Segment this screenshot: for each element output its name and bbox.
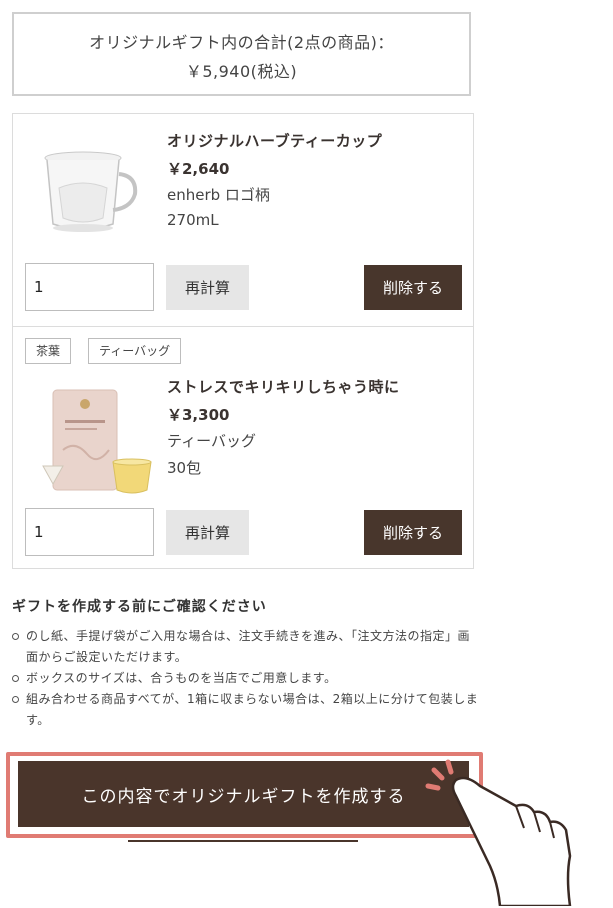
cart-item-herb-cup: オリジナルハーブティーカップ ￥2,640 enherb ロゴ柄 270mL 再… bbox=[13, 114, 473, 327]
recalculate-button[interactable]: 再計算 bbox=[166, 265, 249, 310]
item-variant: enherb ロゴ柄 bbox=[167, 186, 270, 204]
item-name[interactable]: オリジナルハーブティーカップ bbox=[167, 130, 382, 151]
item-volume: 270mL bbox=[167, 211, 219, 229]
delete-button[interactable]: 削除する bbox=[364, 265, 462, 310]
tag-tea-leaves: 茶葉 bbox=[25, 338, 72, 364]
item-price: ￥2,640 bbox=[167, 160, 230, 178]
notes-title: ギフトを作成する前にご確認ください bbox=[12, 599, 267, 615]
notes-list: のし紙、手提げ袋がご入用な場合は、注文手続きを進み、「注文方法の指定」画面からご… bbox=[12, 626, 482, 731]
gift-total-label: オリジナルギフト内の合計(2点の商品)： bbox=[89, 33, 394, 52]
item-variant: ティーバッグ bbox=[167, 432, 256, 450]
tea-package-image bbox=[42, 389, 152, 494]
circle-bullet-icon bbox=[12, 675, 19, 682]
list-item: ボックスのサイズは、合うものを当店でご用意します。 bbox=[12, 668, 482, 689]
tag-tea-bag: ティーバッグ bbox=[88, 338, 182, 364]
circle-bullet-icon bbox=[12, 696, 19, 703]
item-name[interactable]: ストレスでキリキリしちゃう時に bbox=[167, 376, 400, 397]
item-count: 30包 bbox=[167, 459, 202, 477]
quantity-input[interactable] bbox=[25, 263, 154, 311]
list-item: のし紙、手提げ袋がご入用な場合は、注文手続きを進み、「注文方法の指定」画面からご… bbox=[12, 626, 482, 668]
recalculate-button[interactable]: 再計算 bbox=[166, 510, 249, 555]
delete-button[interactable]: 削除する bbox=[364, 510, 462, 555]
glass-cup-image bbox=[44, 151, 138, 232]
divider bbox=[128, 840, 358, 842]
cart-item-stress-tea: 茶葉 ティーバッグ ストレスでキリキリしちゃう時に ￥3,300 ティーバッグ … bbox=[13, 326, 473, 569]
pointing-hand-icon bbox=[425, 759, 572, 906]
item-price: ￥3,300 bbox=[167, 406, 230, 424]
create-gift-button[interactable]: この内容でオリジナルギフトを作成する bbox=[18, 761, 469, 827]
quantity-input[interactable] bbox=[25, 508, 154, 556]
list-item: 組み合わせる商品すべてが、1箱に収まらない場合は、2箱以上に分けて包装します。 bbox=[12, 689, 482, 731]
gift-cart: オリジナルハーブティーカップ ￥2,640 enherb ロゴ柄 270mL 再… bbox=[12, 113, 474, 569]
gift-total-amount: ￥5,940(税込) bbox=[185, 62, 298, 81]
circle-bullet-icon bbox=[12, 633, 19, 640]
gift-total-summary: オリジナルギフト内の合計(2点の商品)： ￥5,940(税込) bbox=[12, 12, 471, 96]
